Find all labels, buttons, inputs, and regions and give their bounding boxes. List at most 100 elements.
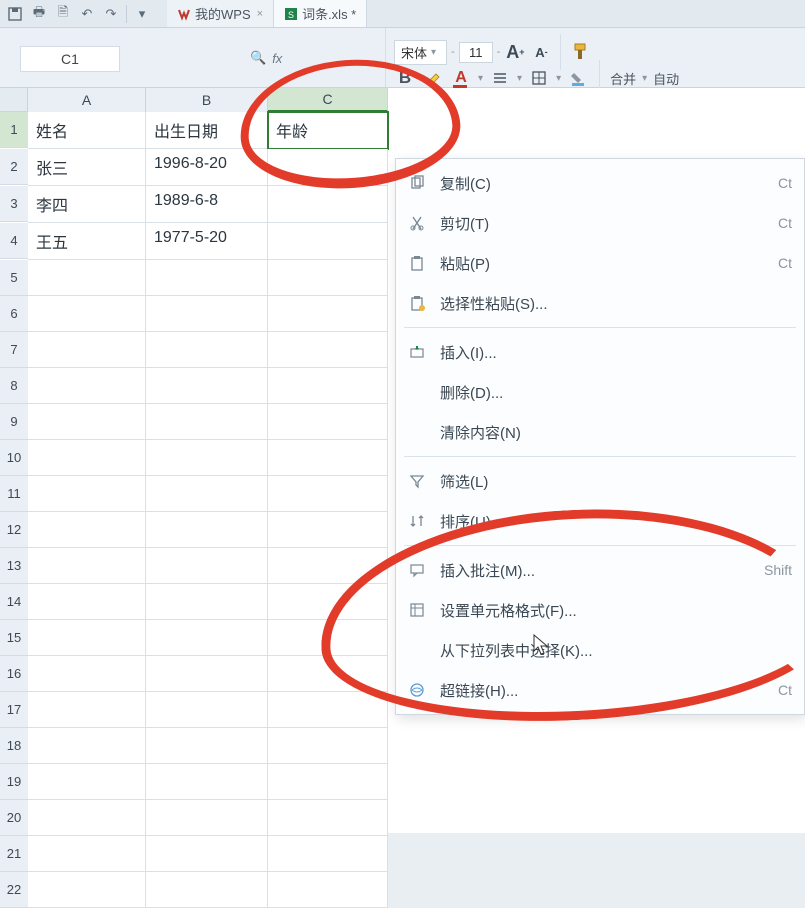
cell-c5[interactable]: [268, 260, 388, 296]
cell-a19[interactable]: [28, 764, 146, 800]
menu-item[interactable]: 剪切(T)Ct: [396, 203, 804, 243]
cell-b22[interactable]: [146, 872, 268, 908]
row-header[interactable]: 10: [0, 440, 28, 476]
cell-c17[interactable]: [268, 692, 388, 728]
cell-b14[interactable]: [146, 584, 268, 620]
cell-a9[interactable]: [28, 404, 146, 440]
cell-c18[interactable]: [268, 728, 388, 764]
cell-c14[interactable]: [268, 584, 388, 620]
save-icon[interactable]: [6, 5, 24, 23]
print-icon[interactable]: 🖶: [30, 5, 48, 23]
cell-a3[interactable]: 李四: [28, 186, 146, 223]
cell-b20[interactable]: [146, 800, 268, 836]
cell-a15[interactable]: [28, 620, 146, 656]
cell-c3[interactable]: [268, 186, 388, 223]
chevron-down-icon[interactable]: ▾: [556, 73, 561, 84]
row-header[interactable]: 21: [0, 836, 28, 872]
menu-item[interactable]: 从下拉列表中选择(K)...: [396, 630, 804, 670]
cell-a1[interactable]: 姓名: [28, 112, 146, 149]
cell-a5[interactable]: [28, 260, 146, 296]
row-header[interactable]: 15: [0, 620, 28, 656]
column-header-a[interactable]: A: [28, 88, 146, 112]
cell-c4[interactable]: [268, 223, 388, 260]
chevron-down-icon[interactable]: ▾: [517, 73, 522, 84]
menu-item[interactable]: 删除(D)...: [396, 372, 804, 412]
cell-a2[interactable]: 张三: [28, 149, 146, 186]
cell-b10[interactable]: [146, 440, 268, 476]
cell-c2[interactable]: [268, 149, 388, 186]
cell-a8[interactable]: [28, 368, 146, 404]
tab-spreadsheet[interactable]: S 词条.xls *: [274, 0, 367, 27]
row-header[interactable]: 16: [0, 656, 28, 692]
menu-item[interactable]: 复制(C)Ct: [396, 163, 804, 203]
cell-b17[interactable]: [146, 692, 268, 728]
row-header[interactable]: 7: [0, 332, 28, 368]
menu-item[interactable]: 超链接(H)...Ct: [396, 670, 804, 710]
row-header[interactable]: 20: [0, 800, 28, 836]
cell-a10[interactable]: [28, 440, 146, 476]
row-header[interactable]: 13: [0, 548, 28, 584]
close-icon[interactable]: ×: [257, 8, 263, 20]
row-header[interactable]: 19: [0, 764, 28, 800]
row-header[interactable]: 9: [0, 404, 28, 440]
merge-label[interactable]: 合并: [610, 69, 636, 88]
row-header[interactable]: 12: [0, 512, 28, 548]
column-header-b[interactable]: B: [146, 88, 268, 112]
cell-a13[interactable]: [28, 548, 146, 584]
row-header[interactable]: 14: [0, 584, 28, 620]
cell-b3[interactable]: 1989-6-8: [146, 186, 268, 223]
tab-my-wps[interactable]: 我的WPS ×: [167, 0, 274, 27]
cell-b18[interactable]: [146, 728, 268, 764]
name-box[interactable]: C1: [20, 46, 120, 72]
row-header[interactable]: 8: [0, 368, 28, 404]
cell-b12[interactable]: [146, 512, 268, 548]
row-header[interactable]: 17: [0, 692, 28, 728]
menu-item[interactable]: 筛选(L): [396, 461, 804, 501]
row-header[interactable]: 18: [0, 728, 28, 764]
border-icon[interactable]: [528, 67, 550, 89]
auto-label[interactable]: 自动: [653, 69, 679, 88]
column-header-c[interactable]: C: [268, 88, 388, 112]
cell-c21[interactable]: [268, 836, 388, 872]
cell-a12[interactable]: [28, 512, 146, 548]
row-header[interactable]: 22: [0, 872, 28, 908]
cell-b7[interactable]: [146, 332, 268, 368]
dropdown-icon[interactable]: ▾: [133, 5, 151, 23]
cell-b13[interactable]: [146, 548, 268, 584]
menu-item[interactable]: 清除内容(N): [396, 412, 804, 452]
cell-c6[interactable]: [268, 296, 388, 332]
cell-b11[interactable]: [146, 476, 268, 512]
cell-a17[interactable]: [28, 692, 146, 728]
cell-c16[interactable]: [268, 656, 388, 692]
menu-item[interactable]: 插入批注(M)...Shift: [396, 550, 804, 590]
zoom-icon[interactable]: 🔍: [250, 50, 266, 66]
fx-label[interactable]: fx: [272, 51, 282, 66]
cell-c20[interactable]: [268, 800, 388, 836]
menu-item[interactable]: 设置单元格格式(F)...: [396, 590, 804, 630]
cell-a14[interactable]: [28, 584, 146, 620]
row-header[interactable]: 4: [0, 223, 28, 259]
cell-c13[interactable]: [268, 548, 388, 584]
menu-item[interactable]: 粘贴(P)Ct: [396, 243, 804, 283]
cell-b4[interactable]: 1977-5-20: [146, 223, 268, 260]
select-all-corner[interactable]: [0, 88, 28, 112]
row-header[interactable]: 5: [0, 260, 28, 296]
row-header[interactable]: 11: [0, 476, 28, 512]
cell-b21[interactable]: [146, 836, 268, 872]
cell-c19[interactable]: [268, 764, 388, 800]
print-preview-icon[interactable]: 🗎: [54, 5, 72, 23]
cell-a16[interactable]: [28, 656, 146, 692]
cell-c7[interactable]: [268, 332, 388, 368]
chevron-down-icon[interactable]: ▾: [478, 73, 483, 84]
cell-a20[interactable]: [28, 800, 146, 836]
cell-c9[interactable]: [268, 404, 388, 440]
cell-a22[interactable]: [28, 872, 146, 908]
cell-b8[interactable]: [146, 368, 268, 404]
cell-b19[interactable]: [146, 764, 268, 800]
font-color-button[interactable]: A: [450, 67, 472, 89]
cell-c1[interactable]: 年龄: [268, 112, 388, 149]
cell-b1[interactable]: 出生日期: [146, 112, 268, 149]
cell-c10[interactable]: [268, 440, 388, 476]
cell-b6[interactable]: [146, 296, 268, 332]
cell-a6[interactable]: [28, 296, 146, 332]
